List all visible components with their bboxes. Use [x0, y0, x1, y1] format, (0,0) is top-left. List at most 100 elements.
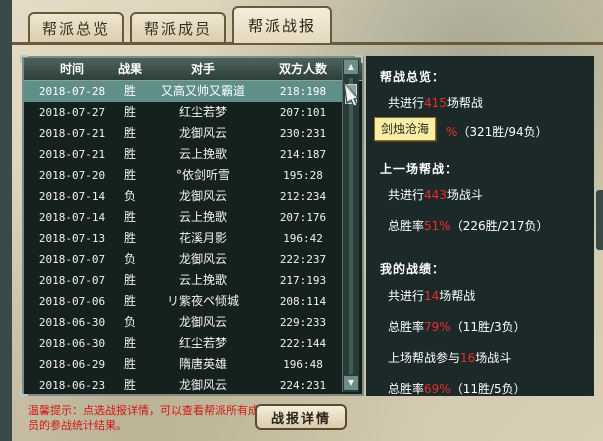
row-head-count: 214:187 [279, 148, 327, 161]
row-head-count: 230:231 [279, 127, 327, 140]
guild-total-value: 415 [424, 96, 447, 110]
table-row[interactable]: 2018-07-14 胜 云上挽歌 207:176 [24, 207, 350, 228]
frame-corner [355, 55, 363, 63]
guild-rate-value: % [446, 125, 458, 139]
tab-guild-battle-report[interactable]: 帮派战报 [232, 6, 332, 43]
tab-guild-overview[interactable]: 帮派总览 [28, 12, 124, 42]
tab-label: 帮派战报 [247, 17, 316, 35]
my-rate-prefix: 总胜率 [388, 320, 425, 334]
last-total-fights: 共进行443场战斗 [388, 186, 483, 203]
row-date: 2018-07-14 [38, 190, 106, 203]
row-head-count: 222:237 [279, 253, 327, 266]
table-header: 时间 战果 对手 双方人数 [24, 58, 362, 81]
row-result: 胜 [123, 210, 136, 224]
my-rate-value: 79% [424, 320, 451, 334]
table-row[interactable]: 2018-07-27 胜 红尘若梦 207:101 [24, 102, 350, 123]
row-head-count: 207:101 [279, 106, 327, 119]
my-total-battles: 共进行14场帮战 [388, 287, 475, 304]
guild-total-suffix: 场帮战 [446, 96, 483, 110]
battle-summary-panel: 帮战总览： 共进行415场帮战 %（321胜/94负） 上一场帮战： 共进行44… [366, 56, 594, 396]
quill-cursor-icon [343, 80, 360, 106]
table-row[interactable]: 2018-06-30 胜 红尘若梦 222:144 [24, 333, 350, 354]
row-opponent: 红尘若梦 [178, 105, 227, 119]
table-row[interactable]: 2018-07-21 胜 龙御风云 230:231 [24, 123, 350, 144]
row-date: 2018-06-30 [38, 337, 106, 350]
last-battle-heading: 上一场帮战： [380, 162, 459, 176]
row-date: 2018-07-20 [38, 169, 106, 182]
my-join-suffix: 场战斗 [475, 351, 512, 365]
battle-detail-label: 战报详情 [270, 411, 331, 427]
frame-corner [20, 388, 28, 396]
row-opponent: 云上挽歌 [178, 273, 227, 287]
my-join-rate-prefix: 总胜率 [388, 382, 425, 396]
right-frame-handle [596, 190, 603, 250]
last-rate-value: 51% [424, 219, 451, 233]
table-row[interactable]: 2018-06-29 胜 隋唐英雄 196:48 [24, 354, 350, 375]
row-result: 胜 [123, 84, 136, 98]
my-rate-suffix: （11胜/3负） [450, 320, 526, 334]
row-opponent: 龙御风云 [178, 189, 227, 203]
table-row[interactable]: 2018-07-21 胜 云上挽歌 214:187 [24, 144, 350, 165]
my-last-participation: 上场帮战参与16场战斗 [388, 349, 511, 366]
row-date: 2018-07-07 [38, 253, 106, 266]
row-head-count: 222:144 [279, 337, 327, 350]
row-result: 胜 [123, 294, 136, 308]
row-result: 胜 [123, 378, 136, 392]
table-row[interactable]: 2018-07-07 胜 云上挽歌 217:193 [24, 270, 350, 291]
row-opponent: 云上挽歌 [178, 147, 227, 161]
row-head-count: 218:198 [279, 85, 327, 98]
scroll-track[interactable] [349, 78, 353, 374]
table-scrollbar[interactable]: ▲ ▼ [342, 60, 359, 392]
table-row[interactable]: 2018-07-13 胜 花溪月影 196:42 [24, 228, 350, 249]
my-record-heading: 我的战绩： [380, 262, 446, 276]
row-result: 胜 [123, 357, 136, 371]
table-row[interactable]: 2018-07-28 胜 又高又帅又霸道 218:198 [24, 81, 350, 102]
my-last-win-rate: 总胜率69%（11胜/5负） [388, 380, 526, 397]
row-date: 2018-07-21 [38, 127, 106, 140]
row-head-count: 196:42 [283, 232, 323, 245]
guild-win-rate: %（321胜/94负） [446, 123, 548, 140]
last-win-rate: 总胜率51%（226胜/217负） [388, 217, 549, 234]
row-date: 2018-07-27 [38, 106, 106, 119]
table-row[interactable]: 2018-06-30 负 龙御风云 229:233 [24, 312, 350, 333]
row-result: 胜 [123, 147, 136, 161]
row-head-count: 207:176 [279, 211, 327, 224]
row-opponent: °依剑听雪 [175, 168, 230, 182]
my-join-value: 16 [460, 351, 476, 365]
row-result: 胜 [123, 336, 136, 350]
row-opponent: 龙御风云 [178, 378, 227, 392]
row-opponent: 云上挽歌 [178, 210, 227, 224]
my-total-prefix: 共进行 [388, 289, 425, 303]
row-result: 胜 [123, 168, 136, 182]
guild-total-prefix: 共进行 [388, 96, 425, 110]
row-opponent: 花溪月影 [178, 231, 227, 245]
table-row[interactable]: 2018-07-14 负 龙御风云 212:234 [24, 186, 350, 207]
last-total-value: 443 [424, 188, 447, 202]
row-opponent: 红尘若梦 [178, 336, 227, 350]
tab-guild-members[interactable]: 帮派成员 [130, 12, 226, 42]
table-row[interactable]: 2018-07-06 胜 リ紫夜ペ倾城 208:114 [24, 291, 350, 312]
row-date: 2018-06-30 [38, 316, 106, 329]
row-date: 2018-06-29 [38, 358, 106, 371]
triangle-up-icon: ▲ [347, 62, 355, 71]
header-head-count: 双方人数 [278, 62, 327, 76]
left-frame-edge [0, 0, 12, 441]
row-opponent: 龙御风云 [178, 315, 227, 329]
row-head-count: 195:28 [283, 169, 323, 182]
header-result: 战果 [117, 62, 142, 76]
row-head-count: 217:193 [279, 274, 327, 287]
row-result: 胜 [123, 126, 136, 140]
scroll-down-button[interactable]: ▼ [344, 376, 358, 390]
last-rate-suffix: （226胜/217负） [450, 219, 549, 233]
row-date: 2018-07-07 [38, 274, 106, 287]
tip-text: 温馨提示：点选战报详情，可以查看帮派所有成员的参战统计结果。 [28, 404, 259, 432]
my-join-rate-suffix: （11胜/5负） [450, 382, 526, 396]
header-time: 时间 [59, 62, 84, 76]
row-date: 2018-07-21 [38, 148, 106, 161]
battle-detail-button[interactable]: 战报详情 [255, 404, 347, 430]
table-row[interactable]: 2018-07-07 负 龙御风云 222:237 [24, 249, 350, 270]
table-row[interactable]: 2018-07-20 胜 °依剑听雪 195:28 [24, 165, 350, 186]
row-head-count: 208:114 [279, 295, 327, 308]
guild-total-battles: 共进行415场帮战 [388, 94, 483, 111]
table-row[interactable]: 2018-06-23 胜 龙御风云 224:231 [24, 375, 350, 394]
